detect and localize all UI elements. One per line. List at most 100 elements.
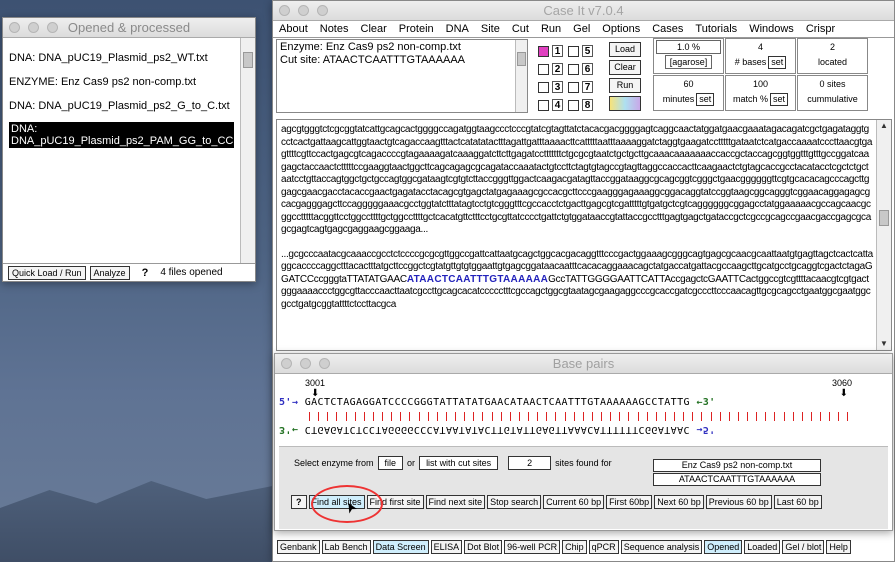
found-enzyme-box: Enz Cas9 ps2 non-comp.txt ATAACTCAATTTGT… (653, 459, 821, 487)
list-item[interactable]: DNA: DNA_pUC19_Plasmid_ps2_G_to_C.txt (9, 100, 234, 112)
genbank-button[interactable]: Genbank (277, 540, 320, 554)
help-button[interactable]: Help (826, 540, 851, 554)
find-next-site-button[interactable]: Find next site (425, 495, 486, 509)
menu-windows[interactable]: Windows (743, 21, 800, 37)
selected-list-item[interactable]: DNA: DNA_pUC19_Plasmid_ps2_PAM_GG_to_CC.… (9, 122, 248, 148)
lane-checkbox[interactable] (538, 45, 549, 57)
lane-checkbox[interactable] (538, 81, 549, 93)
gel-blot-button[interactable]: Gel / blot (782, 540, 825, 554)
previous-60bp-button[interactable]: Previous 60 bp (705, 495, 772, 509)
lane-checkbox[interactable] (568, 45, 579, 57)
run-controls: Load Clear Run (609, 42, 645, 114)
minimize-window-icon[interactable] (300, 358, 311, 369)
list-with-cut-sites-button[interactable]: list with cut sites (419, 456, 499, 470)
loaded-button[interactable]: Loaded (744, 540, 781, 554)
parameter-grid: 1.0 % [agarose] 4 # bases set 2 located 6… (653, 38, 869, 112)
quick-load-run-button[interactable]: Quick Load / Run (8, 265, 86, 280)
dot-blot-button[interactable]: Dot Blot (464, 540, 503, 554)
chip-button[interactable]: Chip (562, 540, 587, 554)
list-item[interactable]: DNA: DNA_pUC19_Plasmid_ps2_WT.txt (9, 52, 234, 64)
desktop-background (0, 481, 275, 562)
sequence-display[interactable]: agcgtgggtctcgcggtatcattgcagcactggggccaga… (276, 119, 892, 351)
base-pair-tick (655, 412, 657, 421)
help-button[interactable]: ? (291, 495, 307, 509)
base-pair-tick (810, 412, 812, 421)
base-pair-tick (847, 412, 849, 421)
close-window-icon[interactable] (281, 358, 292, 369)
run-button[interactable]: Run (609, 78, 641, 93)
sites-label: cummulative (807, 94, 858, 104)
vertical-scrollbar[interactable]: ▲ ▼ (876, 120, 891, 350)
lane-checkbox[interactable] (538, 63, 549, 75)
menu-clear[interactable]: Clear (355, 21, 393, 37)
agarose-label[interactable]: [agarose] (664, 55, 713, 69)
lane-checkbox[interactable] (568, 81, 579, 93)
menu-tutorials[interactable]: Tutorials (689, 21, 743, 37)
minimize-window-icon[interactable] (28, 22, 39, 33)
base-pair-tick (756, 412, 758, 421)
list-item[interactable]: ENZYME: Enz Cas9 ps2 non-comp.txt (9, 76, 234, 88)
sites-found-label: sites found for (555, 458, 612, 468)
data-screen-button[interactable]: Data Screen (372, 540, 429, 554)
lane-checkbox[interactable] (568, 63, 579, 75)
file-button[interactable]: file (377, 456, 404, 470)
menu-crispr[interactable]: Crispr (800, 21, 841, 37)
vertical-scrollbar[interactable] (240, 38, 255, 263)
menu-protein[interactable]: Protein (393, 21, 440, 37)
menu-gel[interactable]: Gel (567, 21, 596, 37)
96-well-pcr-button[interactable]: 96-well PCR (504, 540, 561, 554)
base-pair-tick (765, 412, 767, 421)
zoom-window-icon[interactable] (47, 22, 58, 33)
menu-about[interactable]: About (273, 21, 314, 37)
lane-checkbox[interactable] (538, 99, 549, 111)
menu-options[interactable]: Options (596, 21, 646, 37)
menu-site[interactable]: Site (475, 21, 506, 37)
bases-value: 4 (757, 42, 763, 52)
scroll-up-icon[interactable]: ▲ (877, 120, 891, 132)
elisa-button[interactable]: ELISA (430, 540, 463, 554)
load-button[interactable]: Load (609, 42, 641, 57)
base-pair-tick (372, 412, 374, 421)
base-pair-tick (382, 412, 383, 421)
close-window-icon[interactable] (279, 5, 290, 16)
lane-checkbox[interactable] (568, 99, 579, 111)
analyze-button[interactable]: Analyze (89, 265, 130, 280)
window-titlebar[interactable]: Base pairs (275, 354, 892, 374)
menu-run[interactable]: Run (535, 21, 567, 37)
set-match-button[interactable]: set (770, 92, 789, 106)
qpcr-button[interactable]: qPCR (588, 540, 619, 554)
sites-count-field[interactable]: 2 (508, 456, 552, 470)
zoom-window-icon[interactable] (317, 5, 328, 16)
agarose-value[interactable]: 1.0 % (656, 40, 721, 54)
opened-button[interactable]: Opened (704, 540, 743, 554)
menu-dna[interactable]: DNA (440, 21, 475, 37)
menu-cases[interactable]: Cases (646, 21, 689, 37)
clear-button[interactable]: Clear (609, 60, 641, 75)
close-window-icon[interactable] (9, 22, 20, 33)
current-60bp-button[interactable]: Current 60 bp (543, 495, 605, 509)
minimize-window-icon[interactable] (298, 5, 309, 16)
window-titlebar[interactable]: Opened & processed (3, 18, 255, 38)
cut-site-highlight: ATAACTCAATTTGTAAAAAA (406, 273, 549, 285)
gel-color-button[interactable] (609, 96, 641, 111)
next-60bp-button[interactable]: Next 60 bp (654, 495, 704, 509)
lab-bench-button[interactable]: Lab Bench (321, 540, 371, 554)
zoom-window-icon[interactable] (319, 358, 330, 369)
agarose-cell: 1.0 % [agarose] (653, 38, 724, 74)
help-button[interactable]: ? (142, 267, 149, 279)
base-pair-tick (555, 412, 557, 421)
first-60bp-button[interactable]: First 60bp (606, 495, 653, 509)
set-bases-button[interactable]: set (768, 55, 787, 69)
last-60bp-button[interactable]: Last 60 bp (773, 495, 822, 509)
base-pair-tick (427, 412, 429, 421)
menu-notes[interactable]: Notes (314, 21, 355, 37)
scroll-down-icon[interactable]: ▼ (877, 338, 891, 350)
vertical-scrollbar[interactable] (515, 40, 527, 112)
window-titlebar[interactable]: Case It v7.0.4 (273, 1, 894, 21)
set-minutes-button[interactable]: set (696, 92, 715, 106)
menu-cut[interactable]: Cut (506, 21, 535, 37)
base-pair-tick (573, 412, 575, 421)
stop-search-button[interactable]: Stop search (487, 495, 542, 509)
base-pair-ticks (309, 412, 849, 422)
sequence-analysis-button[interactable]: Sequence analysis (620, 540, 703, 554)
